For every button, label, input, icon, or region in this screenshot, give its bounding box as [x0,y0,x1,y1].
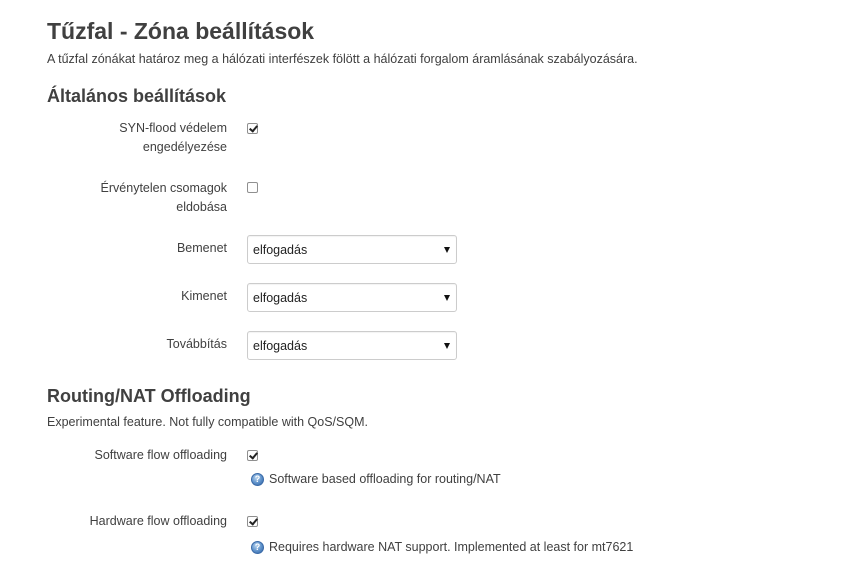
input-label: Bemenet [176,241,227,255]
help-icon [251,541,264,554]
hardware-offloading-checkbox[interactable] [247,516,258,527]
software-offloading-checkbox[interactable] [247,450,258,461]
drop-invalid-checkbox[interactable] [247,182,258,193]
drop-invalid-label-line1: Érvénytelen csomagok [100,181,227,195]
software-offloading-hint: Software based offloading for routing/NA… [251,472,501,486]
caret-down-icon [444,247,450,253]
syn-flood-checkbox[interactable] [247,123,258,134]
drop-invalid-label-line2: eldobása [176,200,227,214]
forward-select-value: elfogadás [253,339,308,353]
caret-down-icon [444,295,450,301]
output-select-value: elfogadás [253,291,308,305]
hardware-offloading-hint: Requires hardware NAT support. Implement… [251,540,633,554]
input-select-value: elfogadás [253,243,308,257]
input-select[interactable]: elfogadás [247,235,457,264]
syn-flood-label-line1: SYN-flood védelem [119,121,227,135]
offloading-description: Experimental feature. Not fully compatib… [47,415,368,429]
software-offloading-label: Software flow offloading [94,448,228,462]
forward-label: Továbbítás [166,337,227,351]
syn-flood-label: SYN-flood védelem engedélyezése [47,119,227,157]
hardware-offloading-label: Hardware flow offloading [89,514,227,528]
general-settings-heading: Általános beállítások [47,86,227,106]
output-label: Kimenet [181,289,227,303]
page-title: Tűzfal - Zóna beállítások [47,18,315,44]
syn-flood-label-line2: engedélyezése [142,140,227,154]
drop-invalid-label: Érvénytelen csomagok eldobása [47,179,227,217]
software-offloading-hint-text: Software based offloading for routing/NA… [269,472,501,486]
hardware-offloading-hint-text: Requires hardware NAT support. Implement… [269,540,634,554]
caret-down-icon [444,343,450,349]
page-description: A tűzfal zónákat határoz meg a hálózati … [47,52,638,66]
offloading-heading: Routing/NAT Offloading [47,386,251,406]
forward-select[interactable]: elfogadás [247,331,457,360]
output-select[interactable]: elfogadás [247,283,457,312]
help-icon [251,473,264,486]
